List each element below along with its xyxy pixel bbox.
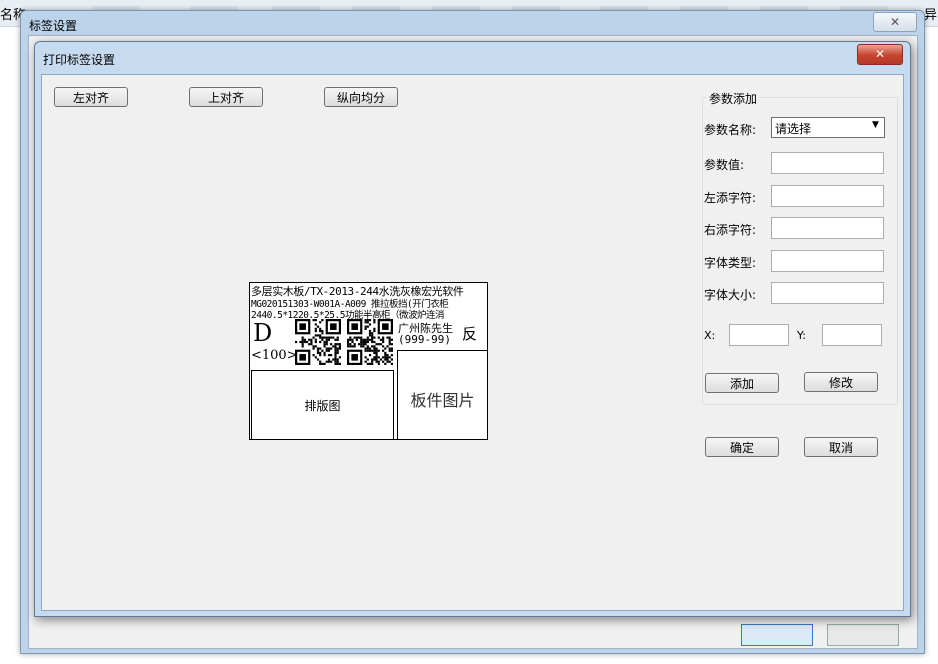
param-name-label: 参数名称: — [704, 123, 757, 137]
window-title: 标签设置 — [29, 19, 78, 33]
print-label-settings-dialog: 打印标签设置 ✕ 左对齐 上对齐 纵向均分 参数添加 参数名称: 请选择 ▼ 参… — [34, 41, 911, 617]
align-left-button[interactable]: 左对齐 — [54, 87, 128, 107]
label-preview: 多层实木板/TX-2013-244水洗灰橡宏光软件 MG020151303-W0… — [249, 282, 488, 440]
dialog-title: 打印标签设置 — [43, 53, 116, 67]
left-char-label: 左添字符: — [704, 191, 757, 205]
qr-code-icon[interactable] — [347, 319, 393, 365]
left-char-input[interactable] — [771, 185, 884, 207]
right-char-label: 右添字符: — [704, 223, 757, 237]
x-input[interactable] — [729, 324, 789, 346]
font-size-input[interactable] — [771, 282, 884, 304]
preview-side-mark[interactable]: 反 — [462, 323, 477, 344]
param-group-title: 参数添加 — [706, 90, 761, 107]
distribute-vertical-button[interactable]: 纵向均分 — [324, 87, 398, 107]
part-image-label: 板件图片 — [410, 391, 475, 410]
modify-button[interactable]: 修改 — [804, 372, 878, 392]
hidden-cancel-button — [827, 624, 899, 646]
close-icon[interactable]: ✕ — [857, 44, 903, 65]
hidden-ok-button — [741, 624, 813, 646]
qr-code-icon[interactable] — [295, 319, 341, 365]
x-label: X: — [704, 329, 716, 342]
layout-image-box[interactable]: 排版图 — [251, 370, 394, 440]
layout-image-label: 排版图 — [304, 399, 341, 413]
font-type-input[interactable] — [771, 250, 884, 272]
align-top-button[interactable]: 上对齐 — [189, 87, 263, 107]
font-type-label: 字体类型: — [704, 256, 757, 270]
add-button[interactable]: 添加 — [705, 373, 779, 393]
close-icon[interactable]: ✕ — [873, 12, 917, 32]
param-value-label: 参数值: — [704, 158, 745, 172]
part-image-box[interactable]: 板件图片 — [397, 350, 488, 440]
preview-phone[interactable]: (999-99) — [398, 333, 451, 346]
param-name-select-value: 请选择 — [775, 122, 812, 136]
y-label: Y: — [797, 329, 806, 342]
y-input[interactable] — [822, 324, 882, 346]
param-name-select[interactable]: 请选择 ▼ — [771, 117, 885, 138]
param-value-input[interactable] — [771, 152, 884, 174]
preview-count[interactable]: <100> — [251, 348, 298, 363]
dialog-client-area: 左对齐 上对齐 纵向均分 参数添加 参数名称: 请选择 ▼ 参数值: 左添字符:… — [41, 74, 904, 611]
ok-button[interactable]: 确定 — [705, 437, 779, 457]
chevron-down-icon: ▼ — [872, 120, 879, 130]
cancel-button[interactable]: 取消 — [804, 437, 878, 457]
background-column-label-right: 异 — [924, 8, 938, 23]
right-char-input[interactable] — [771, 217, 884, 239]
preview-big-letter[interactable]: D — [253, 319, 272, 347]
font-size-label: 字体大小: — [704, 288, 757, 302]
